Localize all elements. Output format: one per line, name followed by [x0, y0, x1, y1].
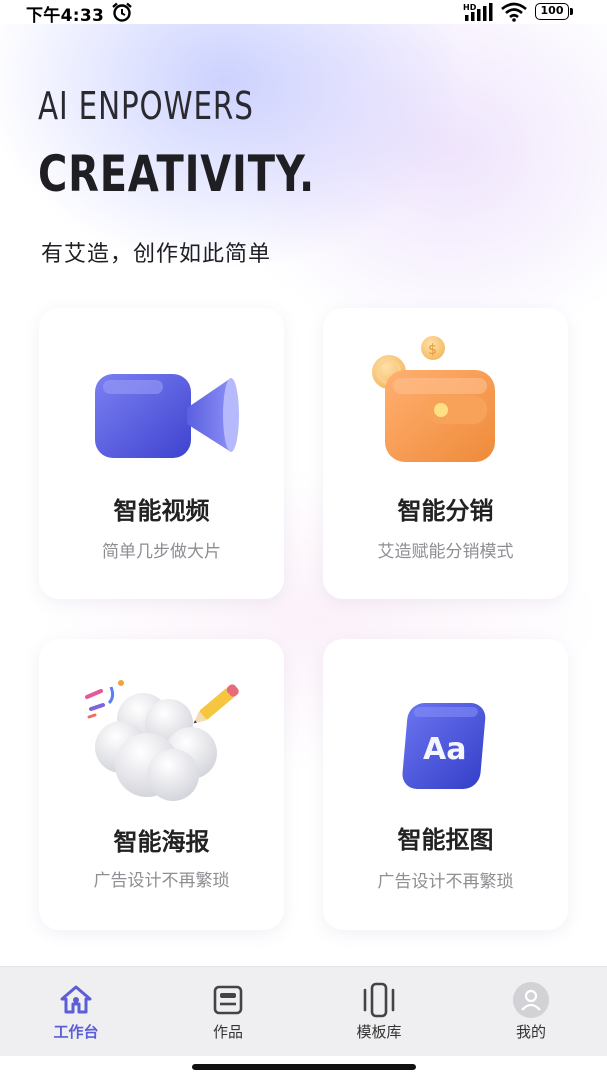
bottom-nav: 工作台 作品 模板库 我的: [0, 966, 607, 1056]
feature-card-distribution[interactable]: $ 智能分销 艾造赋能分销模式: [323, 308, 568, 599]
home-icon: [60, 985, 92, 1014]
svg-text:$: $: [428, 342, 437, 358]
wifi-icon: [501, 2, 527, 22]
feature-title: 智能抠图: [397, 826, 494, 854]
aa-text: Aa: [423, 732, 466, 767]
alarm-icon: [112, 2, 132, 22]
feature-card-poster[interactable]: 智能海报 广告设计不再繁琐: [39, 639, 284, 930]
text-aa-icon: Aa: [402, 703, 486, 789]
profile-icon: [513, 982, 549, 1018]
feature-card-video[interactable]: 智能视频 简单几步做大片: [39, 308, 284, 599]
video-camera-icon: [95, 374, 239, 458]
feature-title: 智能分销: [397, 497, 494, 525]
feature-title: 智能视频: [113, 497, 210, 525]
battery-level: 100: [535, 3, 569, 20]
feature-title: 智能海报: [113, 828, 210, 856]
feature-card-matting[interactable]: Aa 智能抠图 广告设计不再繁琐: [323, 639, 568, 930]
feature-desc: 广告设计不再繁琐: [93, 871, 230, 891]
feature-desc: 广告设计不再繁琐: [377, 872, 514, 892]
status-time: 下午4:33: [26, 6, 105, 26]
battery-icon: 100: [535, 3, 573, 20]
nav-label: 我的: [515, 1023, 546, 1041]
wallet-coins-icon: $: [372, 336, 495, 462]
nav-item-templates[interactable]: 模板库: [329, 967, 429, 1047]
nav-label: 作品: [212, 1023, 243, 1041]
feature-desc: 简单几步做大片: [102, 542, 221, 562]
hero-subtitle: 有艾造，创作如此简单: [41, 242, 272, 267]
nav-item-profile[interactable]: 我的: [481, 967, 581, 1047]
nav-item-workbench[interactable]: 工作台: [26, 967, 126, 1047]
feature-desc: 艾造赋能分销模式: [377, 542, 514, 562]
signal-icon: HD: [463, 3, 493, 21]
template-icon: [363, 982, 395, 1018]
hero-title-line2: CREATIVITY.: [38, 145, 315, 203]
home-indicator[interactable]: [192, 1064, 416, 1070]
status-bar: 下午4:33 HD 100: [0, 0, 607, 26]
hero-title-line1: AI ENPOWERS: [38, 84, 254, 128]
network-label: HD: [463, 3, 477, 12]
nav-label: 工作台: [53, 1023, 99, 1041]
works-icon: [213, 985, 243, 1015]
nav-label: 模板库: [356, 1023, 402, 1041]
nav-item-works[interactable]: 作品: [178, 967, 278, 1047]
cloud-pencil-icon: [85, 680, 239, 801]
